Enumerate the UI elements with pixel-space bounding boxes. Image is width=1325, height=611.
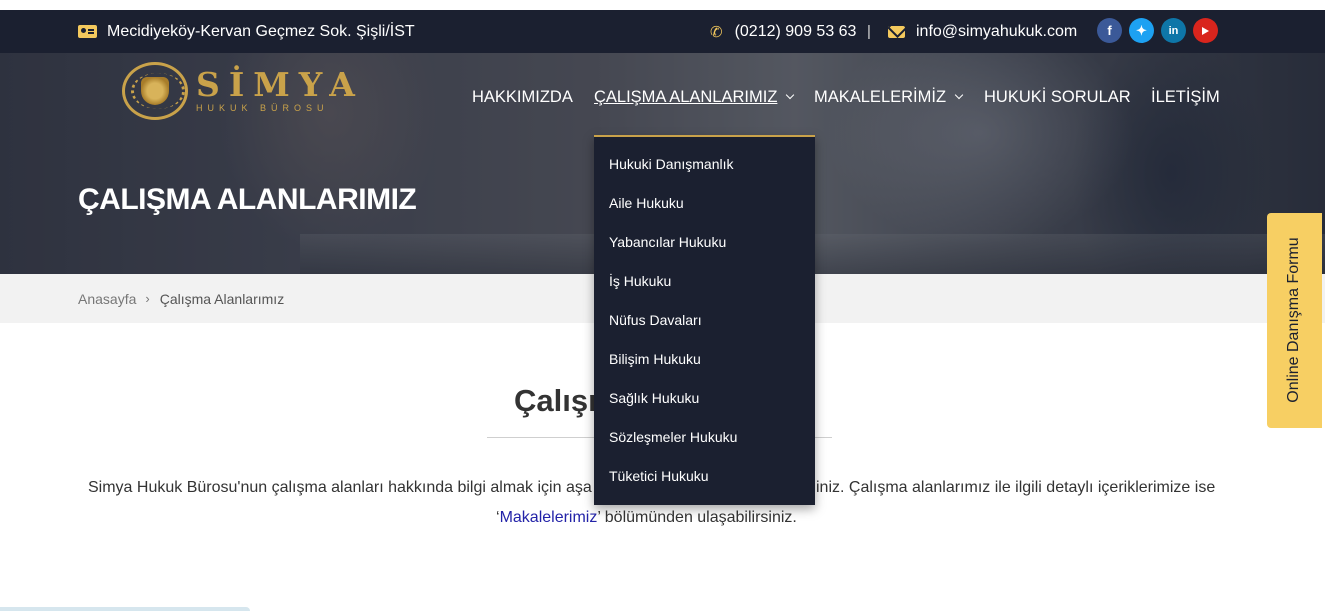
nav-hakkimizda[interactable]: HAKKIMIZDA xyxy=(472,53,573,141)
youtube-icon[interactable] xyxy=(1193,18,1218,43)
nav-makalelerimiz[interactable]: MAKALELERİMİZ xyxy=(814,53,964,141)
address-block: Mecidiyeköy-Kervan Geçmez Sok. Şişli/İST xyxy=(78,10,415,53)
nav-calisma-alanlarimiz[interactable]: ÇALIŞMA ALANLARIMIZ xyxy=(594,53,795,141)
nav-label: ÇALIŞMA ALANLARIMIZ xyxy=(594,87,778,106)
nav-label: HUKUKİ SORULAR xyxy=(984,87,1131,106)
dropdown-item-nufus-davalari[interactable]: Nüfus Davaları xyxy=(609,312,702,328)
calisma-alanlari-dropdown: Hukuki Danışmanlık Aile Hukuku Yabancıla… xyxy=(594,135,815,505)
nav-label: İLETİŞİM xyxy=(1151,87,1220,106)
online-consultation-tab[interactable]: Online Danışma Formu xyxy=(1267,213,1322,428)
dropdown-item-is-hukuku[interactable]: İş Hukuku xyxy=(609,273,671,289)
address-card-icon xyxy=(78,25,97,38)
email-block[interactable]: info@simyahukuk.com xyxy=(888,10,1077,53)
breadcrumb-current: Çalışma Alanlarımız xyxy=(159,290,285,307)
online-consultation-label: Online Danışma Formu xyxy=(1285,237,1302,403)
phone-block[interactable]: ✆ (0212) 909 53 63 xyxy=(710,10,856,53)
top-info-bar: Mecidiyeköy-Kervan Geçmez Sok. Şişli/İST… xyxy=(0,10,1325,53)
dropdown-item-saglik-hukuku[interactable]: Sağlık Hukuku xyxy=(609,390,699,406)
logo-text: SİMYA HUKUK BÜROSU xyxy=(196,65,364,113)
site-logo[interactable]: SİMYA HUKUK BÜROSU xyxy=(122,62,364,120)
address-text: Mecidiyeköy-Kervan Geçmez Sok. Şişli/İST xyxy=(107,22,415,40)
intro-text-right: iniz. Çalışma alanlarımız ile ilgili det… xyxy=(816,479,1216,496)
logo-subtitle: HUKUK BÜROSU xyxy=(196,103,329,113)
nav-label: HAKKIMIZDA xyxy=(472,87,573,106)
scales-of-justice-icon xyxy=(122,62,188,120)
breadcrumb-home[interactable]: Anasayfa xyxy=(78,291,136,307)
separator: | xyxy=(867,23,871,40)
intro-paragraph-line2: ‘Makalelerimiz’ bölümünden ulaşabilirsin… xyxy=(496,509,797,527)
phone-icon: ✆ xyxy=(710,23,723,41)
dropdown-item-bilisim-hukuku[interactable]: Bilişim Hukuku xyxy=(609,351,701,367)
dropdown-item-hukuki-danismanlik[interactable]: Hukuki Danışmanlık xyxy=(609,156,734,172)
dropdown-item-sozlesmeler-hukuku[interactable]: Sözleşmeler Hukuku xyxy=(609,429,737,445)
breadcrumb-arrow-icon: › xyxy=(145,291,150,306)
page-title: ÇALIŞMA ALANLARIMIZ xyxy=(78,183,417,216)
browser-edge xyxy=(0,0,1325,10)
linkedin-icon[interactable]: in xyxy=(1161,18,1186,43)
intro-paragraph: Simya Hukuk Bürosu'nun çalışma alanları … xyxy=(88,479,1215,497)
bottom-scroll-bar xyxy=(0,607,250,611)
facebook-icon[interactable]: f xyxy=(1097,18,1122,43)
nav-hukuki-sorular[interactable]: HUKUKİ SORULAR xyxy=(984,53,1131,141)
envelope-icon xyxy=(888,25,905,38)
makalelerimiz-link[interactable]: Makalelerimiz xyxy=(500,509,598,526)
nav-iletisim[interactable]: İLETİŞİM xyxy=(1151,53,1220,141)
logo-name: SİMYA xyxy=(196,65,364,104)
twitter-icon[interactable]: ✦ xyxy=(1129,18,1154,43)
intro-text-left: Simya Hukuk Bürosu'nun çalışma alanları … xyxy=(88,479,592,496)
dropdown-item-yabancilar-hukuku[interactable]: Yabancılar Hukuku xyxy=(609,234,726,250)
chevron-down-icon xyxy=(954,90,964,100)
dropdown-item-aile-hukuku[interactable]: Aile Hukuku xyxy=(609,195,684,211)
email-text[interactable]: info@simyahukuk.com xyxy=(916,23,1077,41)
nav-label: MAKALELERİMİZ xyxy=(814,87,947,106)
chevron-down-icon xyxy=(786,90,795,100)
dropdown-item-tuketici-hukuku[interactable]: Tüketici Hukuku xyxy=(609,468,709,484)
intro-text-end: ’ bölümünden ulaşabilirsiniz. xyxy=(597,509,797,526)
phone-text[interactable]: (0212) 909 53 63 xyxy=(735,23,857,41)
